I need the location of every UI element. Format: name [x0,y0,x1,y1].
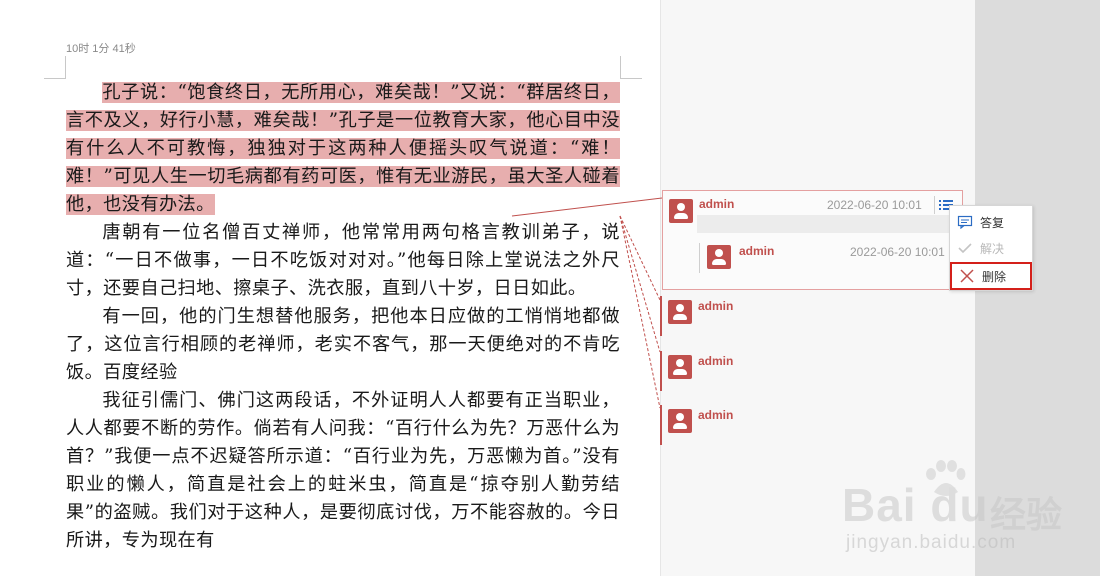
avatar [668,355,692,379]
paragraph-text: 唐朝有一位名僧百丈禅师，他常常用两句格言教训弟子，说道：“一日不做事，一日不吃饭… [66,222,620,299]
menu-item-delete[interactable]: 删除 [950,262,1032,290]
comment-card[interactable]: admin [660,405,970,445]
avatar [707,245,731,269]
commented-text-highlight[interactable]: 孔子说：“饱食终日，无所用心，难矣哉！”又说：“群居终日，言不及义，好行小慧，难… [66,82,620,215]
avatar [669,199,693,223]
comment-card[interactable]: admin [660,296,970,336]
paragraph[interactable]: 有一回，他的门生想替他服务，把他本日应做的工悄悄地都做了，这位言行相顾的老禅师，… [66,303,620,387]
margin-corner-mark [44,78,66,79]
paragraph-text: 我征引儒门、佛门这两段话，不外证明人人都要有正当职业，人人都要不断的劳作。倘若有… [66,390,620,551]
watermark-brand-cn: 经验 [990,494,1063,535]
comment-context-menu: 答复 解决 删除 [949,205,1033,291]
comment-content-field[interactable] [697,215,961,233]
delete-x-icon [952,269,982,283]
margin-corner-mark [65,56,66,78]
comment-author: admin [699,197,735,211]
menu-item-label: 答复 [980,215,1005,230]
menu-item-resolve[interactable]: 解决 [950,235,1032,261]
comment-card-active[interactable]: admin 2022-06-20 10:01 admin 2022-06-20 … [662,190,963,290]
watermark-url: jingyan.baidu.com [846,532,1017,553]
paragraph[interactable]: 孔子说：“饱食终日，无所用心，难矣哉！”又说：“群居终日，言不及义，好行小慧，难… [66,79,620,219]
document-page: 10时 1分 41秒 孔子说：“饱食终日，无所用心，难矣哉！”又说：“群居终日，… [0,0,660,576]
check-icon [950,241,980,255]
reply-thread-line [699,243,700,273]
comment-card[interactable]: admin [660,351,970,391]
comment-author: admin [698,408,734,422]
avatar [668,300,692,324]
comment-author: admin [698,299,734,313]
reply-time: 2022-06-20 10:01 [850,245,945,259]
menu-item-label: 删除 [982,269,1007,284]
reply-author: admin [739,244,775,258]
reply-icon [950,215,980,229]
margin-corner-mark [620,78,642,79]
paragraph[interactable]: 我征引儒门、佛门这两段话，不外证明人人都要有正当职业，人人都要不断的劳作。倘若有… [66,387,620,555]
paragraph-text: 有一回，他的门生想替他服务，把他本日应做的工悄悄地都做了，这位言行相顾的老禅师，… [66,306,620,383]
margin-corner-mark [620,56,621,78]
watermark-brand: Bai du [842,479,989,531]
menu-item-reply[interactable]: 答复 [950,209,1032,235]
document-body[interactable]: 孔子说：“饱食终日，无所用心，难矣哉！”又说：“群居终日，言不及义，好行小慧，难… [66,79,620,555]
comment-time: 2022-06-20 10:01 [827,198,922,212]
baidu-watermark: Bai du 经验 jingyan.baidu.com [842,460,1092,570]
menu-item-label: 解决 [980,241,1005,256]
avatar [668,409,692,433]
timestamp-label: 10时 1分 41秒 [66,43,136,55]
paragraph[interactable]: 唐朝有一位名僧百丈禅师，他常常用两句格言教训弟子，说道：“一日不做事，一日不吃饭… [66,219,620,303]
comment-author: admin [698,354,734,368]
